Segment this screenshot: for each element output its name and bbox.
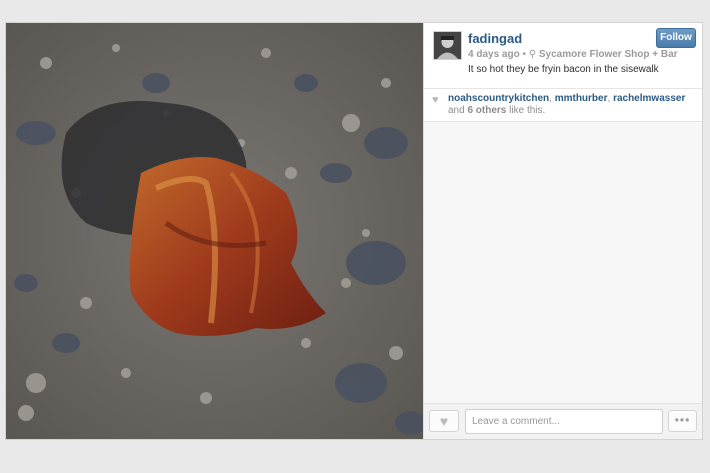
follow-button[interactable]: Follow: [656, 28, 696, 48]
comment-input[interactable]: Leave a comment...: [465, 409, 663, 434]
meta-separator: •: [522, 49, 526, 60]
post-meta: 4 days ago • ⚲ Sycamore Flower Shop + Ba…: [468, 49, 678, 60]
liker-link[interactable]: rachelmwasser: [613, 93, 685, 104]
liker-link[interactable]: mmthurber: [555, 93, 608, 104]
location-pin-icon: ⚲: [528, 49, 537, 60]
post-card: fadingad Follow 4 days ago • ⚲ Sycamore …: [5, 22, 703, 440]
photo-image: [6, 23, 423, 439]
avatar-image: [434, 32, 461, 59]
post-sidebar: fadingad Follow 4 days ago • ⚲ Sycamore …: [423, 23, 702, 439]
avatar[interactable]: [433, 31, 462, 60]
more-options-button[interactable]: •••: [668, 410, 697, 432]
heart-icon: ♥: [439, 413, 449, 429]
post-photo[interactable]: [6, 23, 423, 439]
likes-and: and: [448, 105, 465, 116]
heart-icon: ♥: [432, 94, 439, 106]
likes-text: noahscountrykitchen, mmthurber, rachelmw…: [448, 93, 686, 116]
location-link[interactable]: Sycamore Flower Shop + Bar: [539, 49, 678, 60]
post-caption: It so hot they be fryin bacon in the sis…: [468, 64, 659, 75]
post-header: fadingad Follow 4 days ago • ⚲ Sycamore …: [424, 23, 702, 89]
timestamp: 4 days ago: [468, 49, 520, 60]
likes-section: ♥ noahscountrykitchen, mmthurber, rachel…: [424, 89, 702, 122]
comment-bar: ♥ Leave a comment... •••: [424, 403, 702, 439]
like-button[interactable]: ♥: [429, 410, 459, 432]
liker-link[interactable]: noahscountrykitchen: [448, 93, 549, 104]
username-link[interactable]: fadingad: [468, 31, 522, 46]
others-count[interactable]: 6 others: [467, 105, 506, 116]
likes-suffix: like this.: [509, 105, 546, 116]
